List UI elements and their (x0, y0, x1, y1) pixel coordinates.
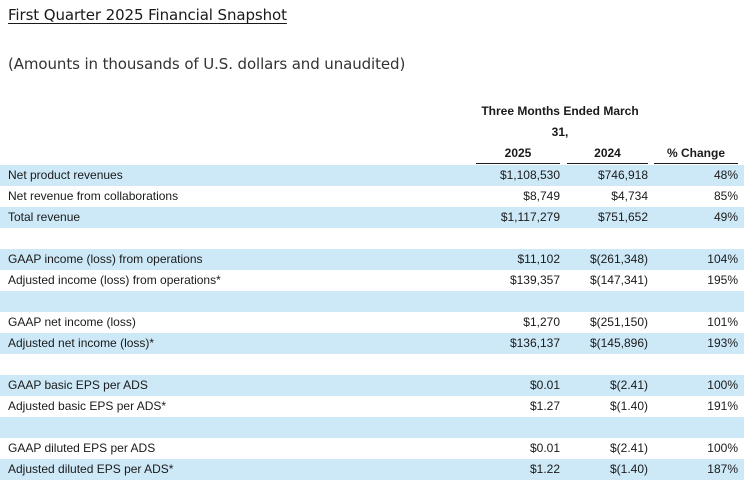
table-row: Adjusted income (loss) from operations* $… (0, 270, 744, 291)
value-percent-change: 193% (707, 336, 738, 350)
value-2025: $1.22 (529, 462, 560, 476)
value-2025: $1,108,530 (499, 168, 560, 182)
value-percent-change: 85% (713, 189, 738, 203)
value-percent-change: 100% (707, 441, 738, 455)
value-2025: $1,270 (523, 315, 560, 329)
row-label: Adjusted net income (loss)* (8, 336, 155, 350)
value-percent-change: 48% (713, 168, 738, 182)
row-label: Adjusted income (loss) from operations* (8, 273, 221, 287)
value-percent-change: 195% (707, 273, 738, 287)
row-label: GAAP diluted EPS per ADS (8, 441, 156, 455)
value-percent-change: 49% (713, 210, 738, 224)
spacer-row (0, 291, 744, 312)
value-2025: $11,102 (517, 252, 561, 266)
table-row: Total revenue $1,117,279 $751,652 49% (0, 207, 744, 228)
table-row: Adjusted net income (loss)* $136,137 $(145… (0, 333, 744, 354)
table-row: GAAP income (loss) from operations $11,10… (0, 249, 744, 270)
row-label: GAAP net income (loss) (8, 315, 136, 329)
spacer-row (0, 354, 744, 375)
row-label: Net revenue from collaborations (8, 189, 179, 203)
page-subtitle: (Amounts in thousands of U.S. dollars an… (8, 55, 406, 73)
column-header-2024: 2024 (567, 144, 648, 164)
table-row: Adjusted diluted EPS per ADS* $1.22 $(1.40… (0, 459, 744, 480)
spacer-row (0, 228, 744, 249)
value-2024: $(147,341) (589, 273, 648, 287)
value-2024: $746,918 (597, 168, 648, 182)
table-row: Net product revenues $1,108,530 $746,918 48… (0, 165, 744, 186)
value-percent-change: 187% (707, 462, 738, 476)
value-percent-change: 191% (707, 399, 738, 413)
value-2024: $(261,348) (589, 252, 648, 266)
row-label: Total revenue (8, 210, 81, 224)
value-2025: $139,357 (509, 273, 560, 287)
column-header-2025: 2025 (476, 144, 560, 164)
value-2025: $1.27 (529, 399, 560, 413)
value-percent-change: 101% (707, 315, 738, 329)
value-percent-change: 104% (707, 252, 738, 266)
table-row: GAAP basic EPS per ADS $0.01 $(2.41) 100% (0, 375, 744, 396)
value-2025: $0.01 (529, 378, 560, 392)
value-2024: $(2.41) (609, 378, 648, 392)
spacer-row (0, 417, 744, 438)
table-row: GAAP net income (loss) $1,270 $(251,150) 10… (0, 312, 744, 333)
value-2024: $(2.41) (609, 441, 648, 455)
table-row: Net revenue from collaborations $8,749 $4,… (0, 186, 744, 207)
row-label: GAAP income (loss) from operations (8, 252, 203, 266)
table-row: GAAP diluted EPS per ADS $0.01 $(2.41) 100% (0, 438, 744, 459)
value-2025: $1,117,279 (500, 210, 560, 224)
period-header: Three Months Ended March 31, (481, 104, 639, 139)
value-percent-change: 100% (707, 378, 738, 392)
value-2025: $0.01 (529, 441, 560, 455)
table-row: Adjusted basic EPS per ADS* $1.27 $(1.40) 1… (0, 396, 744, 417)
value-2024: $751,652 (597, 210, 648, 224)
value-2024: $(145,896) (589, 336, 648, 350)
row-label: Adjusted diluted EPS per ADS* (8, 462, 174, 476)
value-2024: $(1.40) (609, 462, 648, 476)
value-2025: $8,749 (523, 189, 560, 203)
row-label: Net product revenues (8, 168, 123, 182)
row-label: Adjusted basic EPS per ADS* (8, 399, 167, 413)
row-label: GAAP basic EPS per ADS (8, 378, 148, 392)
value-2024: $(1.40) (609, 399, 648, 413)
value-2025: $136,137 (509, 336, 560, 350)
financial-table: Net product revenues $1,108,530 $746,918 48… (0, 165, 744, 480)
page-title: First Quarter 2025 Financial Snapshot (8, 6, 287, 24)
value-2024: $(251,150) (589, 315, 648, 329)
column-header-percent-change: % Change (654, 144, 738, 164)
value-2024: $4,734 (611, 189, 648, 203)
